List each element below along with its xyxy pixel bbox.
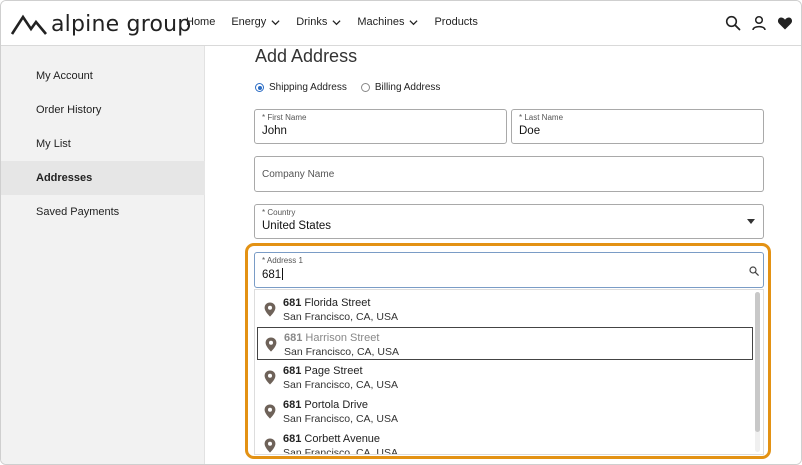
nav-label: Products [434, 16, 478, 28]
field-label: * Last Name [519, 113, 564, 122]
search-icon [749, 266, 759, 276]
suggestion-street: 681 Harrison Street [284, 332, 379, 344]
suggestion-street-name: Florida Street [301, 297, 371, 309]
chevron-down-icon [409, 19, 418, 25]
suggestion-street: 681 Page Street [283, 365, 363, 377]
sidebar-item-my-account[interactable]: My Account [1, 59, 205, 93]
suggestion-locality: San Francisco, CA, USA [283, 379, 398, 391]
map-pin-icon [265, 337, 277, 352]
brand-name: alpine group [51, 11, 192, 37]
suggestion-street: 681 Corbett Avenue [283, 433, 380, 445]
address-type-radio-group: Shipping Address Billing Address [255, 82, 454, 93]
map-pin-icon [264, 404, 276, 419]
sidebar-item-order-history[interactable]: Order History [1, 93, 205, 127]
dropdown-caret-icon [747, 219, 755, 224]
map-pin-icon [264, 438, 276, 453]
nav-item-home[interactable]: Home [186, 16, 215, 28]
suggestion-item-hovered[interactable]: 681 Harrison Street San Francisco, CA, U… [257, 327, 753, 360]
user-icon[interactable] [751, 15, 767, 31]
nav-item-energy[interactable]: Energy [231, 16, 280, 28]
heart-icon[interactable] [777, 15, 793, 31]
shipping-address-radio[interactable]: Shipping Address [255, 82, 347, 93]
company-name-field[interactable]: Company Name [254, 156, 764, 192]
chevron-down-icon [332, 19, 341, 25]
suggestion-item[interactable]: 681 Corbett Avenue San Francisco, CA, US… [257, 429, 753, 455]
suggestion-locality: San Francisco, CA, USA [283, 311, 398, 323]
nav-label: Home [186, 16, 216, 28]
nav-label: Energy [231, 16, 267, 28]
nav-label: Machines [357, 16, 405, 28]
nav-item-products[interactable]: Products [434, 16, 477, 28]
radio-selected-indicator [255, 83, 264, 92]
radio-label: Billing Address [374, 82, 441, 93]
suggestion-match: 681 [283, 399, 302, 411]
suggestions-scrollbar[interactable] [755, 292, 760, 452]
last-name-field[interactable]: * Last Name Doe [511, 109, 764, 144]
suggestion-match: 681 [283, 297, 302, 309]
scrollbar-thumb[interactable] [755, 292, 760, 432]
text-cursor [282, 268, 284, 280]
sidebar-item-saved-payments[interactable]: Saved Payments [1, 195, 205, 229]
billing-address-radio[interactable]: Billing Address [360, 82, 441, 93]
suggestion-street: 681 Portola Drive [283, 399, 368, 411]
address-1-field[interactable]: * Address 1 681 [254, 252, 764, 288]
suggestion-match: 681 [283, 433, 302, 445]
account-sidebar: My Account Order History My List Address… [1, 46, 205, 464]
nav-label: Drinks [296, 16, 328, 28]
brand-logo[interactable]: alpine group [11, 11, 191, 37]
sidebar-item-my-list[interactable]: My List [1, 127, 205, 161]
map-pin-icon [264, 370, 276, 385]
suggestion-locality: San Francisco, CA, USA [284, 346, 399, 358]
sidebar-item-addresses[interactable]: Addresses [1, 161, 205, 195]
suggestion-match: 681 [284, 332, 303, 344]
browser-frame: alpine group Home Energy Drinks Machines… [0, 0, 802, 465]
radio-indicator [360, 83, 370, 92]
address-suggestions-list: 681 Florida Street San Francisco, CA, US… [254, 289, 764, 455]
map-pin-icon [264, 302, 276, 317]
first-name-field[interactable]: * First Name John [254, 109, 507, 144]
field-placeholder: Company Name [262, 169, 335, 180]
search-icon[interactable] [725, 15, 741, 31]
field-value: 681 [262, 269, 282, 281]
field-value: Doe [519, 125, 541, 137]
field-value: John [262, 125, 287, 137]
field-label: * First Name [262, 113, 307, 122]
field-label: * Country [262, 208, 296, 217]
mountain-logo-icon [11, 14, 47, 35]
top-header: alpine group Home Energy Drinks Machines… [1, 1, 801, 46]
suggestion-street-name: Portola Drive [301, 399, 368, 411]
suggestion-item[interactable]: 681 Page Street San Francisco, CA, USA [257, 361, 753, 394]
suggestion-street-name: Page Street [301, 365, 363, 377]
field-label: * Address 1 [262, 256, 303, 265]
suggestion-locality: San Francisco, CA, USA [283, 413, 398, 425]
nav-item-machines[interactable]: Machines [357, 16, 418, 28]
main-nav: Home Energy Drinks Machines Products [186, 16, 494, 28]
country-select[interactable]: * Country United States [254, 204, 764, 239]
nav-item-drinks[interactable]: Drinks [296, 16, 341, 28]
chevron-down-icon [271, 19, 280, 25]
page-title: Add Address [255, 46, 358, 66]
suggestion-item[interactable]: 681 Florida Street San Francisco, CA, US… [257, 293, 753, 326]
header-actions [715, 15, 793, 31]
suggestion-street-name: Harrison Street [302, 332, 380, 344]
radio-label: Shipping Address [269, 82, 347, 93]
suggestion-match: 681 [283, 365, 302, 377]
field-value: United States [262, 220, 332, 232]
suggestion-street: 681 Florida Street [283, 297, 370, 309]
suggestion-item[interactable]: 681 Portola Drive San Francisco, CA, USA [257, 395, 753, 428]
field-value-wrapper: 681 [262, 268, 284, 281]
suggestion-street-name: Corbett Avenue [301, 433, 381, 445]
suggestion-locality: San Francisco, CA, USA [283, 447, 398, 455]
